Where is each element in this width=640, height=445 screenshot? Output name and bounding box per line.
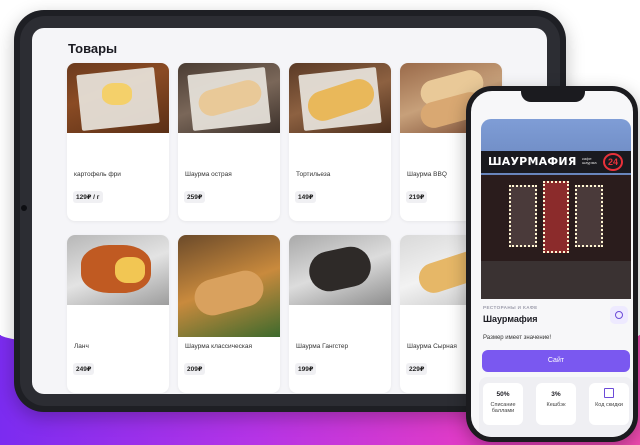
storefront — [481, 175, 631, 299]
product-name: Ланч — [74, 343, 89, 350]
venue-tagline: Размер имеет значение! — [483, 335, 552, 341]
product-image — [67, 235, 169, 305]
storefront-window — [575, 185, 603, 247]
info-icon[interactable] — [610, 306, 628, 324]
product-card[interactable]: картофель фри 129₽ / г — [67, 63, 169, 221]
product-price: 259₽ — [184, 191, 206, 203]
stats-panel: 50% Списание баллами 3% Кешбэк Код скидк… — [479, 377, 633, 437]
product-image — [289, 235, 391, 305]
stat-label: Код скидки — [595, 402, 623, 408]
product-name: Шаурма BBQ — [407, 171, 447, 178]
product-image — [67, 63, 169, 133]
product-price: 149₽ — [295, 191, 317, 203]
product-image — [178, 63, 280, 133]
product-price: 219₽ — [406, 191, 428, 203]
qr-code-icon — [604, 388, 614, 398]
product-price: 199₽ — [295, 363, 317, 375]
product-card[interactable]: Шаурма острая 259₽ — [178, 63, 280, 221]
stat-label: Кешбэк — [546, 402, 566, 408]
product-price: 229₽ — [406, 363, 428, 375]
tablet-camera-icon — [21, 205, 27, 211]
product-name: картофель фри — [74, 171, 121, 178]
product-image — [289, 63, 391, 133]
product-name: Шаурма острая — [185, 171, 232, 178]
product-price: 249₽ — [73, 363, 95, 375]
product-name: Шаурма Гангстер — [296, 343, 349, 350]
shop-sign-subtext: кафе шаурма — [582, 156, 597, 165]
product-price: 129₽ / г — [73, 191, 103, 203]
product-image — [178, 235, 280, 337]
phone-device: ШАУРМАФИЯ кафе шаурма 24 РЕСТОРАНЫ И КАФ… — [466, 86, 638, 442]
product-card[interactable]: Шаурма Гангстер 199₽ — [289, 235, 391, 393]
stat-value: 50% — [496, 391, 510, 398]
product-card[interactable]: Ланч 249₽ — [67, 235, 169, 393]
sidewalk — [481, 261, 631, 299]
phone-notch — [521, 91, 585, 102]
product-name: Шаурма классическая — [185, 343, 253, 350]
product-price: 209₽ — [184, 363, 206, 375]
stat-value: 3% — [551, 391, 561, 398]
storefront-door — [543, 181, 569, 253]
product-card[interactable]: Тортильеза 149₽ — [289, 63, 391, 221]
product-card[interactable]: Шаурма классическая 209₽ — [178, 235, 280, 393]
shop-sign-text: ШАУРМАФИЯ — [488, 155, 577, 168]
site-button[interactable]: Сайт — [482, 350, 630, 372]
venue-category: РЕСТОРАНЫ И КАФЕ — [483, 305, 538, 310]
stat-points[interactable]: 50% Списание баллами — [483, 383, 523, 425]
page-title: Товары — [68, 41, 118, 56]
venue-photo: ШАУРМАФИЯ кафе шаурма 24 — [481, 119, 631, 299]
sign-24-badge: 24 — [603, 153, 623, 171]
stat-discount-code[interactable]: Код скидки — [589, 383, 629, 425]
stat-cashback[interactable]: 3% Кешбэк — [536, 383, 576, 425]
stat-label: Списание баллами — [490, 402, 516, 414]
product-name: Шаурма Сырная — [407, 343, 457, 350]
venue-name: Шаурмафия — [483, 314, 538, 324]
product-name: Тортильеза — [296, 171, 331, 178]
storefront-window — [509, 185, 537, 247]
